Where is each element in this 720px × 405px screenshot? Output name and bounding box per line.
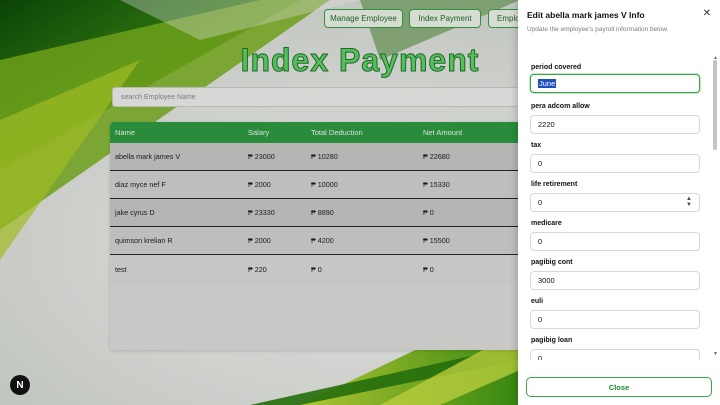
panel-title: Edit abella mark james V Info xyxy=(527,10,645,20)
pera-adcom-allow-input[interactable]: 2220 xyxy=(530,115,700,134)
euli-input[interactable]: 0 xyxy=(530,310,700,329)
field-label-tax: tax xyxy=(531,142,542,149)
field-label-pagibig-loan: pagibig loan xyxy=(531,337,573,344)
period-covered-input[interactable]: June xyxy=(530,74,700,93)
tax-input[interactable]: 0 xyxy=(530,154,700,173)
field-label-pera-adcom-allow: pera adcom allow xyxy=(531,103,590,110)
number-spinner-icon[interactable]: ▲ ▼ xyxy=(686,196,692,208)
close-button[interactable]: Close xyxy=(526,377,712,397)
field-label-euli: euli xyxy=(531,298,544,305)
dev-indicator-badge[interactable]: N xyxy=(10,375,30,395)
pagibig-cont-input[interactable]: 3000 xyxy=(530,271,700,290)
field-label-period-covered: period covered xyxy=(531,64,582,71)
field-label-medicare: medicare xyxy=(531,220,562,227)
field-label-life-retirement: life retirement xyxy=(531,181,578,188)
field-label-pagibig-cont: pagibig cont xyxy=(531,259,573,266)
life-retirement-input[interactable]: 0 ▲ ▼ xyxy=(530,193,700,212)
period-covered-value: June xyxy=(538,79,557,88)
medicare-input[interactable]: 0 xyxy=(530,232,700,251)
life-retirement-value: 0 xyxy=(538,198,543,207)
payroll-form: period covered June pera adcom allow 222… xyxy=(518,58,720,360)
panel-subtitle: Update the employee's payroll informatio… xyxy=(527,26,669,33)
edit-employee-panel: Edit abella mark james V Info Update the… xyxy=(518,0,720,405)
close-icon[interactable]: ✕ xyxy=(703,8,711,19)
pagibig-loan-input[interactable]: 0 xyxy=(530,349,700,360)
